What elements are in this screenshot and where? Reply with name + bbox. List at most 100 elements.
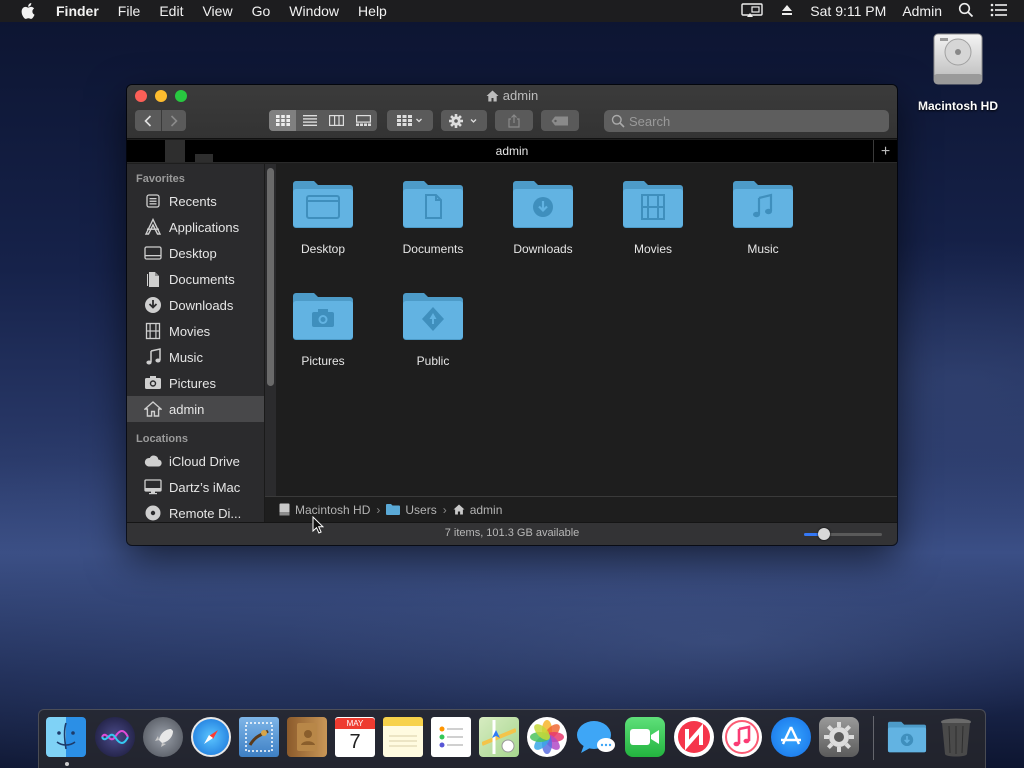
dock-facetime[interactable]: [625, 717, 665, 757]
dock-finder[interactable]: [46, 717, 86, 757]
sidebar-item-imac[interactable]: Dartz’s iMac: [127, 474, 264, 500]
folder-item[interactable]: Music: [713, 180, 813, 256]
documents-folder-icon: [403, 181, 463, 228]
dock-notes[interactable]: [383, 717, 423, 757]
back-button[interactable]: [136, 110, 161, 131]
menu-file[interactable]: File: [118, 0, 141, 22]
sidebar-item-recents[interactable]: Recents: [127, 188, 264, 214]
forward-button[interactable]: [160, 110, 186, 131]
sidebar-item-applications[interactable]: Applications: [127, 214, 264, 240]
menu-help[interactable]: Help: [358, 0, 387, 22]
sidebar-item-music[interactable]: Music: [127, 344, 264, 370]
folder-label: Movies: [633, 242, 672, 256]
dock-reminders[interactable]: [431, 717, 471, 757]
gear-icon: [824, 722, 854, 752]
new-tab-button[interactable]: +: [873, 140, 897, 163]
dock-messages[interactable]: [576, 717, 616, 757]
apple-menu-icon[interactable]: [17, 0, 39, 22]
mouse-cursor-icon: [312, 515, 325, 537]
sidebar-item-remote-disc[interactable]: Remote Di...: [127, 500, 264, 522]
photos-flower-icon: [530, 720, 564, 754]
sidebar-item-downloads[interactable]: Downloads: [127, 292, 264, 318]
share-button[interactable]: [495, 110, 533, 131]
menu-view[interactable]: View: [202, 0, 232, 22]
compass-icon: [204, 730, 218, 744]
file-browser-content: Desktop Documents Downloads Movies Music…: [277, 164, 897, 496]
folder-label: Downloads: [513, 242, 573, 256]
group-by-button[interactable]: [387, 110, 433, 131]
path-segment-macintosh-hd[interactable]: Macintosh HD: [279, 503, 370, 517]
menu-clock[interactable]: Sat 9:11 PM: [810, 0, 886, 22]
icon-view-button[interactable]: [269, 110, 296, 131]
home-icon: [453, 504, 465, 515]
dock-trash[interactable]: [936, 717, 976, 757]
dock-calendar[interactable]: MAY 7: [335, 717, 375, 757]
spotlight-icon[interactable]: [958, 2, 974, 21]
folder-label: Public: [416, 354, 450, 368]
downloads-folder-icon: [887, 721, 927, 753]
share-icon: [508, 113, 520, 128]
dock-downloads-stack[interactable]: [887, 717, 927, 757]
folder-item[interactable]: Downloads: [493, 180, 593, 256]
sidebar-item-label: admin: [169, 401, 205, 417]
folder-item[interactable]: Pictures: [273, 292, 373, 368]
action-menu-button[interactable]: [441, 110, 487, 131]
sidebar-item-desktop[interactable]: Desktop: [127, 240, 264, 266]
menu-edit[interactable]: Edit: [159, 0, 183, 22]
folder-item[interactable]: Public: [383, 292, 483, 368]
notification-center-icon[interactable]: [990, 3, 1008, 20]
folder-label: Music: [747, 242, 779, 256]
menu-finder[interactable]: Finder: [56, 0, 99, 22]
tab-admin[interactable]: admin: [127, 144, 897, 158]
dock-system-preferences[interactable]: [819, 717, 859, 757]
dock-safari[interactable]: [191, 717, 231, 757]
dock-mail[interactable]: [239, 717, 279, 757]
sidebar: Favorites Recents Applications Desktop D…: [127, 164, 264, 522]
desktop-macintosh-hd[interactable]: Macintosh HD: [912, 30, 1004, 113]
path-label: Macintosh HD: [295, 502, 371, 517]
search-icon: [611, 114, 625, 128]
search-input[interactable]: [629, 113, 829, 129]
dock-itunes[interactable]: [722, 717, 762, 757]
menu-user[interactable]: Admin: [902, 0, 942, 22]
sidebar-item-documents[interactable]: Documents: [127, 266, 264, 292]
gallery-view-button[interactable]: [350, 110, 377, 131]
home-icon: [144, 400, 162, 418]
path-label: Users: [405, 502, 437, 517]
sidebar-item-movies[interactable]: Movies: [127, 318, 264, 344]
dock-maps[interactable]: [479, 717, 519, 757]
window-toolbar: admin: [127, 85, 897, 139]
menu-go[interactable]: Go: [252, 0, 271, 22]
list-view-button[interactable]: [296, 110, 323, 131]
window-title: admin: [127, 88, 897, 105]
folder-item[interactable]: Desktop: [273, 180, 373, 256]
folder-item[interactable]: Movies: [603, 180, 703, 256]
slider-knob[interactable]: [817, 528, 830, 540]
downloads-icon: [144, 296, 162, 314]
path-segment-users[interactable]: Users: [386, 502, 437, 517]
folder-item[interactable]: Documents: [383, 180, 483, 256]
sidebar-item-pictures[interactable]: Pictures: [127, 370, 264, 396]
column-view-button[interactable]: [323, 110, 350, 131]
icon-size-slider[interactable]: [804, 528, 882, 540]
tags-button[interactable]: [541, 110, 579, 131]
dock-app-store[interactable]: [771, 717, 811, 757]
menu-window[interactable]: Window: [289, 0, 339, 22]
dock-contacts[interactable]: [287, 717, 327, 757]
eject-icon[interactable]: [780, 3, 794, 20]
dock-photos[interactable]: [527, 717, 567, 757]
sidebar-item-admin[interactable]: admin: [127, 396, 264, 422]
dock-siri[interactable]: [95, 717, 135, 757]
dock-news[interactable]: [674, 717, 714, 757]
dock-launchpad[interactable]: [143, 717, 183, 757]
airplay-display-icon[interactable]: [740, 2, 764, 21]
path-label: admin: [469, 502, 503, 517]
sidebar-item-label: Pictures: [169, 375, 216, 391]
path-segment-admin[interactable]: admin: [453, 502, 503, 517]
search-field[interactable]: [604, 110, 889, 132]
recents-icon: [144, 192, 162, 210]
folder-label: Pictures: [301, 354, 345, 368]
sidebar-item-icloud-drive[interactable]: iCloud Drive: [127, 448, 264, 474]
desktop-icon: [144, 244, 162, 262]
contacts-book-icon: [297, 723, 317, 751]
